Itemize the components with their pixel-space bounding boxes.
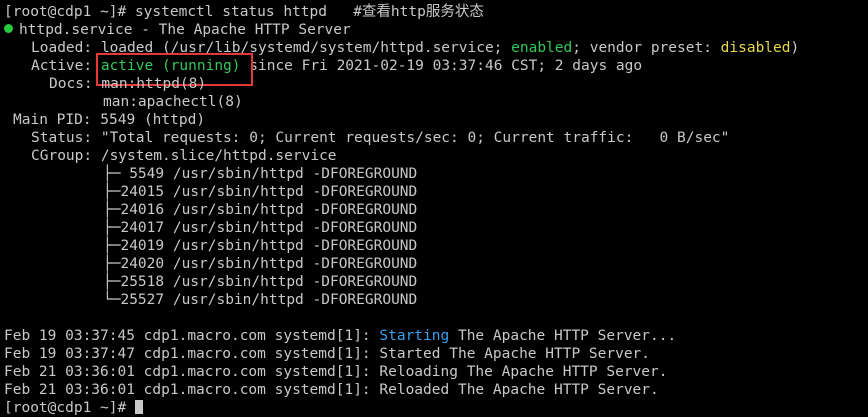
log-highlight: Starting — [379, 328, 450, 344]
loaded-enabled: enabled — [511, 40, 573, 56]
log-line: Feb 19 03:37:47 cdp1.macro.com systemd[1… — [4, 345, 650, 363]
main-pid-line: Main PID: 5549 (httpd) — [13, 112, 206, 128]
process-line: ├─ 5549 /usr/sbin/httpd -DFOREGROUND — [103, 166, 418, 182]
docs-line-1: Docs: man:httpd(8) — [49, 76, 207, 92]
service-title: httpd.service - The Apache HTTP Server — [19, 22, 351, 38]
log-prefix: Feb 19 03:37:47 cdp1.macro.com systemd[1… — [4, 346, 380, 362]
log-prefix: Feb 19 03:37:45 cdp1.macro.com systemd[1… — [4, 328, 380, 344]
active-label: Active: — [31, 58, 93, 74]
log-prefix: Feb 21 03:36:01 cdp1.macro.com systemd[1… — [4, 382, 380, 398]
docs-line-2: man:apachectl(8) — [103, 94, 243, 110]
process-line: ├─24017 /usr/sbin/httpd -DFOREGROUND — [103, 220, 418, 236]
loaded-mid: ; vendor preset: — [572, 40, 721, 56]
log-message: The Apache HTTP Server... — [449, 328, 677, 344]
log-prefix: Feb 21 03:36:01 cdp1.macro.com systemd[1… — [4, 364, 380, 380]
log-line: Feb 19 03:37:45 cdp1.macro.com systemd[1… — [4, 327, 676, 345]
loaded-disabled: disabled — [720, 40, 791, 56]
cursor-icon — [134, 400, 143, 414]
status-dot-icon — [4, 24, 13, 33]
final-prompt-line[interactable]: [root@cdp1 ~]# — [4, 399, 143, 417]
process-line: ├─25518 /usr/sbin/httpd -DFOREGROUND — [103, 274, 418, 290]
terminal-window[interactable]: [root@cdp1 ~]# systemctl status httpd #查… — [0, 0, 868, 416]
process-line: ├─24016 /usr/sbin/httpd -DFOREGROUND — [103, 202, 418, 218]
command-line: [root@cdp1 ~]# systemctl status httpd #查… — [4, 4, 484, 20]
final-prompt: [root@cdp1 ~]# — [4, 400, 135, 416]
active-since: since Fri 2021-02-19 03:37:46 CST; 2 day… — [249, 58, 643, 74]
cgroup-line: CGroup: /system.slice/httpd.service — [31, 148, 337, 164]
process-line: ├─24020 /usr/sbin/httpd -DFOREGROUND — [103, 256, 418, 272]
process-line: ├─24015 /usr/sbin/httpd -DFOREGROUND — [103, 184, 418, 200]
status-line: Status: "Total requests: 0; Current requ… — [31, 130, 730, 146]
log-message: Started The Apache HTTP Server. — [379, 346, 651, 362]
service-title-line: httpd.service - The Apache HTTP Server — [4, 21, 351, 39]
loaded-suffix: ) — [790, 40, 800, 56]
log-line: Feb 21 03:36:01 cdp1.macro.com systemd[1… — [4, 363, 667, 381]
process-line: └─25527 /usr/sbin/httpd -DFOREGROUND — [103, 292, 418, 308]
log-message: Reloading The Apache HTTP Server. — [379, 364, 668, 380]
process-line: ├─24019 /usr/sbin/httpd -DFOREGROUND — [103, 238, 418, 254]
log-message: Reloaded The Apache HTTP Server. — [379, 382, 659, 398]
log-line: Feb 21 03:36:01 cdp1.macro.com systemd[1… — [4, 381, 659, 399]
